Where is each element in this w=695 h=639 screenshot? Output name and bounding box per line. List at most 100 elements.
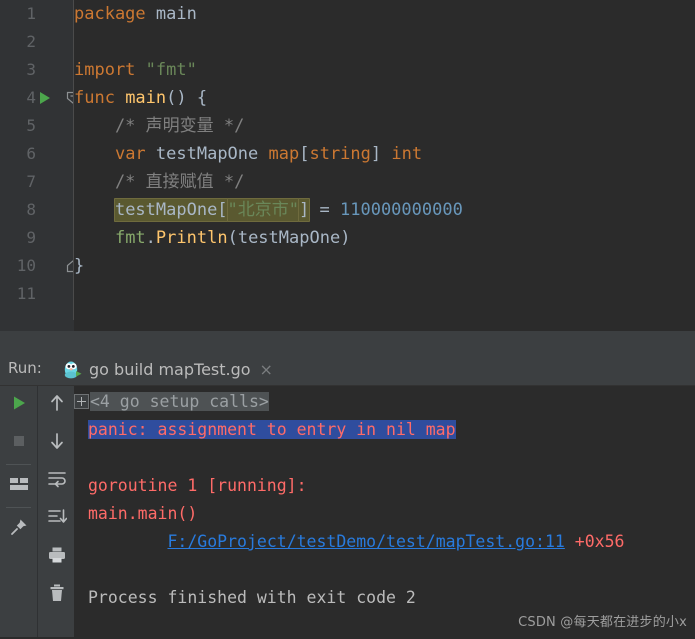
- code-token: testMapOne: [155, 144, 269, 164]
- run-header: Run: go build mapTest.go ×: [0, 351, 695, 389]
- expand-fold-icon[interactable]: [74, 394, 89, 409]
- next-occurrence-button[interactable]: [38, 424, 75, 462]
- fold-placeholder-text[interactable]: <4 go setup calls>: [90, 392, 269, 411]
- code-token: string: [309, 144, 371, 164]
- code-token: ]: [370, 144, 392, 164]
- code-line[interactable]: import "fmt": [74, 56, 695, 84]
- console-mainfunc-row: main.main(): [74, 500, 695, 528]
- code-token: =: [309, 200, 340, 220]
- run-tab-title: go build mapTest.go: [89, 359, 251, 379]
- soft-wrap-button[interactable]: [38, 462, 75, 500]
- run-configuration-tab[interactable]: go build mapTest.go ×: [62, 353, 273, 385]
- code-token: package: [74, 4, 156, 24]
- code-token: "北京市": [226, 198, 301, 222]
- code-token: map: [268, 144, 300, 164]
- run-toolbar-right: [37, 386, 75, 637]
- code-token: ): [340, 228, 351, 248]
- code-token: () {: [166, 88, 208, 108]
- console-blank-row: [74, 444, 695, 472]
- scroll-end-icon: [47, 508, 67, 530]
- run-window-label: Run:: [8, 359, 42, 377]
- line-number: 1: [26, 4, 36, 23]
- stack-trace-link[interactable]: F:/GoProject/testDemo/test/mapTest.go:11: [167, 532, 564, 551]
- panic-message[interactable]: panic: assignment to entry in nil map: [88, 420, 456, 439]
- console-exit-row: Process finished with exit code 2: [74, 584, 695, 612]
- prev-occurrence-button[interactable]: [38, 386, 75, 424]
- layout-icon: [9, 476, 29, 496]
- soft-wrap-icon: [47, 470, 67, 492]
- console-blank-row: [74, 556, 695, 584]
- code-editor[interactable]: 1 2 3 4 5 6 7 8 9 10 11 package main imp…: [0, 0, 695, 331]
- rerun-button[interactable]: [0, 386, 37, 424]
- code-token: func: [74, 88, 126, 108]
- printer-icon: [47, 546, 67, 568]
- code-token: [: [299, 144, 310, 164]
- run-gutter-icon[interactable]: [40, 92, 50, 104]
- code-token: Println: [155, 228, 228, 248]
- editor-gutter[interactable]: 1 2 3 4 5 6 7 8 9 10 11: [0, 0, 81, 331]
- code-token: testMapOne: [237, 228, 341, 248]
- console-fold-row[interactable]: <4 go setup calls>: [74, 388, 695, 416]
- code-token: main: [125, 88, 167, 108]
- code-line[interactable]: func main() {: [74, 84, 695, 112]
- line-number: 10: [16, 256, 36, 275]
- code-token: /* 声明变量 */: [74, 116, 245, 136]
- play-icon: [10, 394, 28, 416]
- arrow-down-icon: [48, 431, 66, 455]
- goroutine-text: goroutine 1 [running]:: [88, 476, 307, 495]
- line-number: 11: [16, 284, 36, 303]
- code-token: import: [74, 60, 146, 80]
- pin-tab-button[interactable]: [0, 510, 37, 548]
- code-line[interactable]: testMapOne["北京市"] = 110000000000: [74, 196, 695, 224]
- code-token: testMapOne[: [113, 198, 229, 222]
- code-line[interactable]: var testMapOne map[string] int: [74, 140, 695, 168]
- go-gopher-icon: [62, 359, 82, 379]
- trash-icon: [48, 583, 66, 607]
- ide-window: 1 2 3 4 5 6 7 8 9 10 11 package main imp…: [0, 0, 695, 639]
- scroll-to-end-button[interactable]: [38, 500, 75, 538]
- toolbar-separator: [6, 507, 31, 508]
- layout-button[interactable]: [0, 467, 37, 505]
- code-line[interactable]: }: [74, 252, 695, 280]
- code-line[interactable]: [74, 280, 695, 308]
- code-token: fmt: [114, 228, 146, 248]
- line-number: 6: [26, 144, 36, 163]
- code-token: main: [155, 4, 197, 24]
- line-number: 7: [26, 172, 36, 191]
- line-number: 9: [26, 228, 36, 247]
- line-number: 5: [26, 116, 36, 135]
- console-output[interactable]: <4 go setup calls> panic: assignment to …: [74, 386, 695, 639]
- console-goroutine-row: goroutine 1 [running]:: [74, 472, 695, 500]
- code-token: /* 直接赋值 */: [74, 172, 245, 192]
- code-line[interactable]: /* 声明变量 */: [74, 112, 695, 140]
- stack-trace-offset: +0x56: [564, 532, 625, 551]
- code-token: var: [114, 144, 156, 164]
- code-line[interactable]: fmt.Println(testMapOne): [74, 224, 695, 252]
- console-trace-row[interactable]: F:/GoProject/testDemo/test/mapTest.go:11…: [74, 528, 695, 556]
- code-token: 110000000000: [340, 200, 463, 220]
- code-line[interactable]: /* 直接赋值 */: [74, 168, 695, 196]
- line-number: 4: [26, 88, 36, 107]
- console-panic-row[interactable]: panic: assignment to entry in nil map: [74, 416, 695, 444]
- code-text-area[interactable]: package main import "fmt" func main() { …: [74, 0, 695, 331]
- close-icon[interactable]: ×: [260, 360, 273, 379]
- main-func-text: main.main(): [88, 504, 198, 523]
- run-toolbar-left: [0, 386, 37, 637]
- code-token: .: [145, 228, 156, 248]
- toolbar-separator: [6, 464, 31, 465]
- pin-icon: [9, 517, 29, 541]
- code-line[interactable]: [74, 28, 695, 56]
- stop-button[interactable]: [0, 424, 37, 462]
- print-button[interactable]: [38, 538, 75, 576]
- stop-icon: [11, 433, 27, 453]
- code-line[interactable]: package main: [74, 0, 695, 28]
- clear-all-button[interactable]: [38, 576, 75, 614]
- code-token: "fmt": [145, 60, 197, 80]
- code-token: (: [227, 228, 238, 248]
- line-number: 3: [26, 60, 36, 79]
- arrow-up-icon: [48, 393, 66, 417]
- code-token: }: [74, 256, 85, 276]
